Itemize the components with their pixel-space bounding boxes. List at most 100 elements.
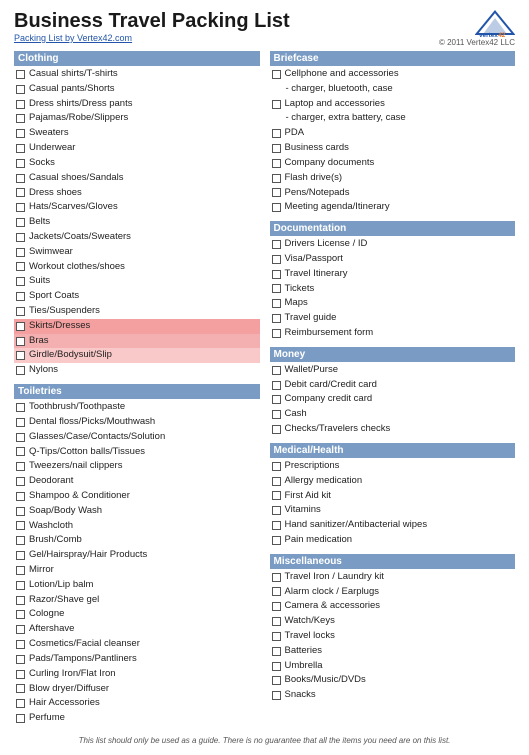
checkbox[interactable] xyxy=(16,307,25,316)
checkbox[interactable] xyxy=(272,536,281,545)
checkbox[interactable] xyxy=(16,366,25,375)
checkbox[interactable] xyxy=(16,477,25,486)
checkbox[interactable] xyxy=(16,337,25,346)
checkbox[interactable] xyxy=(16,218,25,227)
checkbox[interactable] xyxy=(16,418,25,427)
checkbox[interactable] xyxy=(272,676,281,685)
checkbox[interactable] xyxy=(16,85,25,94)
item-label: Travel Iron / Laundry kit xyxy=(285,571,384,584)
checkbox[interactable] xyxy=(272,647,281,656)
item-label: Pads/Tampons/Pantliners xyxy=(29,653,137,666)
checkbox[interactable] xyxy=(16,447,25,456)
checkbox[interactable] xyxy=(272,70,281,79)
checkbox[interactable] xyxy=(272,632,281,641)
checkbox[interactable] xyxy=(16,536,25,545)
checkbox[interactable] xyxy=(272,521,281,530)
item-label: Cellphone and accessories xyxy=(285,68,399,81)
checkbox[interactable] xyxy=(272,203,281,212)
checkbox[interactable] xyxy=(272,100,281,109)
checkbox[interactable] xyxy=(272,329,281,338)
checkbox[interactable] xyxy=(16,551,25,560)
list-item: Skirts/Dresses xyxy=(14,319,260,334)
checkbox[interactable] xyxy=(272,284,281,293)
list-item: Washcloth xyxy=(14,519,260,534)
checkbox[interactable] xyxy=(272,366,281,375)
checkbox[interactable] xyxy=(16,100,25,109)
toiletries-header: Toiletries xyxy=(14,384,260,399)
item-label: Curling Iron/Flat Iron xyxy=(29,668,116,681)
item-label: Umbrella xyxy=(285,660,323,673)
item-label: Washcloth xyxy=(29,520,73,533)
checkbox[interactable] xyxy=(272,410,281,419)
list-item: Travel guide xyxy=(270,311,516,326)
checkbox[interactable] xyxy=(16,521,25,530)
list-item: Hats/Scarves/Gloves xyxy=(14,200,260,215)
checkbox[interactable] xyxy=(16,248,25,257)
checkbox[interactable] xyxy=(16,203,25,212)
checkbox[interactable] xyxy=(16,277,25,286)
checkbox[interactable] xyxy=(16,699,25,708)
item-label: Debit card/Credit card xyxy=(285,379,377,392)
checkbox[interactable] xyxy=(16,640,25,649)
checkbox[interactable] xyxy=(272,395,281,404)
checkbox[interactable] xyxy=(272,491,281,500)
checkbox[interactable] xyxy=(272,662,281,671)
checkbox[interactable] xyxy=(272,314,281,323)
checkbox[interactable] xyxy=(16,462,25,471)
item-label: Allergy medication xyxy=(285,475,363,488)
checkbox[interactable] xyxy=(16,174,25,183)
checkbox[interactable] xyxy=(272,174,281,183)
checkbox[interactable] xyxy=(16,670,25,679)
checkbox[interactable] xyxy=(16,70,25,79)
logo-trademark: © 2011 Vertex42 LLC xyxy=(439,38,515,47)
checkbox[interactable] xyxy=(16,114,25,123)
checkbox[interactable] xyxy=(272,477,281,486)
checkbox[interactable] xyxy=(16,596,25,605)
checkbox[interactable] xyxy=(16,292,25,301)
list-item: Mirror xyxy=(14,563,260,578)
checkbox[interactable] xyxy=(16,262,25,271)
checkbox[interactable] xyxy=(272,299,281,308)
checkbox[interactable] xyxy=(16,492,25,501)
item-label: Razor/Shave gel xyxy=(29,594,99,607)
item-label: Mirror xyxy=(29,564,54,577)
checkbox[interactable] xyxy=(16,188,25,197)
checkbox[interactable] xyxy=(272,602,281,611)
checkbox[interactable] xyxy=(272,425,281,434)
checkbox[interactable] xyxy=(272,587,281,596)
checkbox[interactable] xyxy=(272,691,281,700)
checkbox[interactable] xyxy=(272,270,281,279)
checkbox[interactable] xyxy=(272,255,281,264)
checkbox[interactable] xyxy=(16,581,25,590)
list-item: Q-Tips/Cotton balls/Tissues xyxy=(14,445,260,460)
checkbox[interactable] xyxy=(272,129,281,138)
checkbox[interactable] xyxy=(272,462,281,471)
checkbox[interactable] xyxy=(272,188,281,197)
checkbox[interactable] xyxy=(16,159,25,168)
checkbox[interactable] xyxy=(272,617,281,626)
checkbox[interactable] xyxy=(16,129,25,138)
checkbox[interactable] xyxy=(16,322,25,331)
subtitle-link[interactable]: Packing List by Vertex42.com xyxy=(14,33,132,43)
checkbox[interactable] xyxy=(16,144,25,153)
checkbox[interactable] xyxy=(16,625,25,634)
list-item: Company documents xyxy=(270,156,516,171)
checkbox[interactable] xyxy=(16,684,25,693)
checkbox[interactable] xyxy=(272,144,281,153)
list-item: Cosmetics/Facial cleanser xyxy=(14,637,260,652)
checkbox[interactable] xyxy=(272,506,281,515)
checkbox[interactable] xyxy=(272,159,281,168)
checkbox[interactable] xyxy=(16,233,25,242)
checkbox[interactable] xyxy=(16,433,25,442)
checkbox[interactable] xyxy=(272,381,281,390)
checkbox[interactable] xyxy=(272,573,281,582)
checkbox[interactable] xyxy=(16,403,25,412)
checkbox[interactable] xyxy=(16,507,25,516)
checkbox[interactable] xyxy=(16,655,25,664)
list-item: Reimbursement form xyxy=(270,326,516,341)
checkbox[interactable] xyxy=(16,610,25,619)
checkbox[interactable] xyxy=(16,714,25,723)
checkbox[interactable] xyxy=(16,566,25,575)
checkbox[interactable] xyxy=(16,351,25,360)
checkbox[interactable] xyxy=(272,240,281,249)
